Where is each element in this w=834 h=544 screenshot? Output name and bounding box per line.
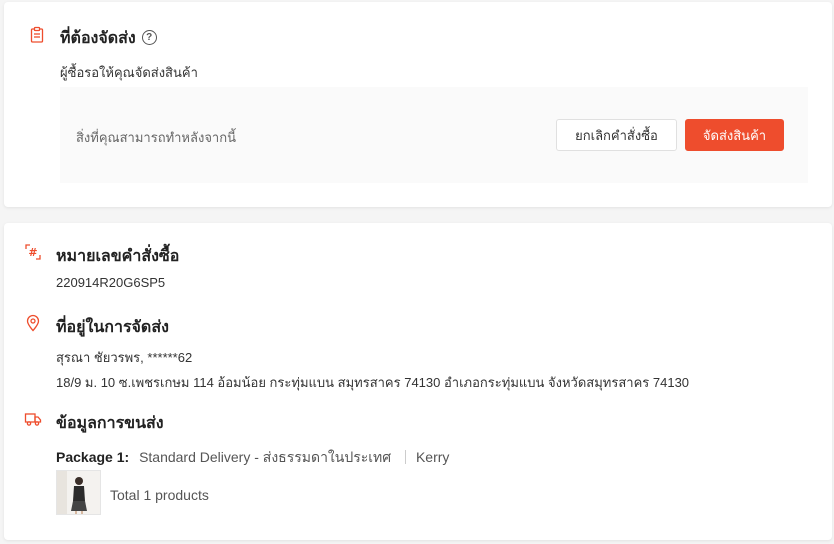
location-pin-icon (26, 314, 40, 332)
svg-text:#: # (28, 246, 37, 259)
order-number: 220914R20G6SP5 (56, 275, 166, 290)
shipping-address-title: ที่อยู่ในการจัดส่ง (56, 319, 169, 336)
to-ship-subtitle: ผู้ซื้อรอให้คุณจัดส่งสินค้า (60, 65, 198, 80)
order-number-title: หมายเลขคำสั่งซื้อ (56, 248, 180, 265)
ship-order-button[interactable]: จัดส่งสินค้า (685, 119, 784, 151)
clipboard-icon (30, 26, 44, 43)
to-ship-card: ที่ต้องจัดส่ง? ผู้ซื้อรอให้คุณจัดส่งสินค… (4, 2, 832, 207)
to-ship-title: ที่ต้องจัดส่ง? (60, 26, 157, 51)
package-line: Package 1: Standard Delivery - ส่งธรรมดา… (56, 447, 449, 469)
recipient-name: สุรณา ชัยวรพร, ******62 (56, 350, 193, 365)
product-thumbnail[interactable] (56, 470, 101, 515)
order-details-card: # หมายเลขคำสั่งซื้อ 220914R20G6SP5 ที่อย… (4, 223, 832, 540)
delivery-method: Standard Delivery - ส่งธรรมดาในประเทศ (139, 449, 392, 465)
cancel-order-button[interactable]: ยกเลิกคำสั่งซื้อ (556, 119, 677, 151)
truck-icon (24, 413, 42, 426)
total-products: Total 1 products (110, 487, 209, 503)
action-prompt: สิ่งที่คุณสามารถทำหลังจากนี้ (76, 130, 236, 145)
help-icon[interactable]: ? (141, 30, 157, 46)
recipient-address: 18/9 ม. 10 ซ.เพชรเกษม 114 อ้อมน้อย กระทุ… (56, 375, 690, 390)
product-image (57, 471, 100, 514)
order-number-icon: # (25, 244, 41, 260)
carrier-name: Kerry (415, 449, 450, 465)
separator (405, 450, 407, 465)
shipping-info-title: ข้อมูลการขนส่ง (56, 415, 164, 432)
action-box: สิ่งที่คุณสามารถทำหลังจากนี้ ยกเลิกคำสั่… (60, 87, 808, 183)
to-ship-title-text: ที่ต้องจัดส่ง (60, 30, 136, 47)
package-label: Package 1: (56, 449, 130, 465)
